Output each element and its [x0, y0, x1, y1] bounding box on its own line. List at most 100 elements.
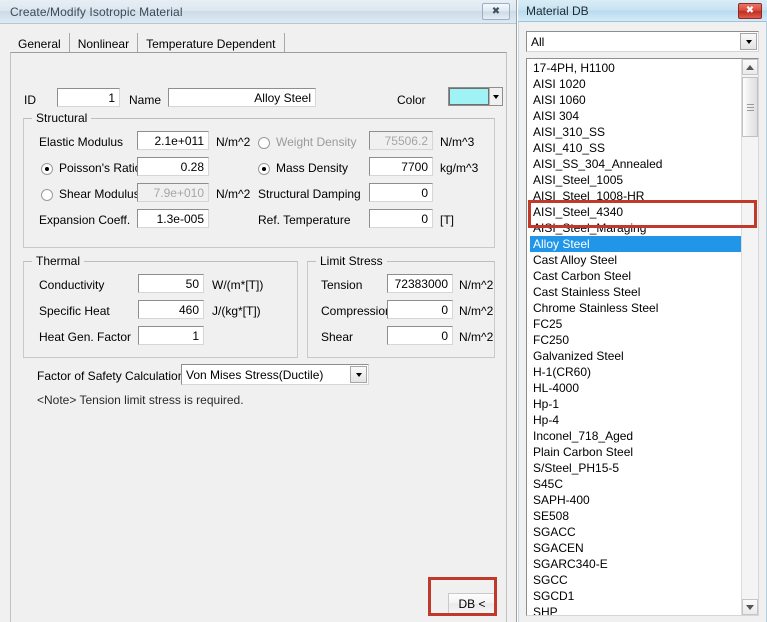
tab-nonlinear[interactable]: Nonlinear	[69, 33, 139, 53]
specific-heat-input[interactable]: 460	[138, 300, 204, 319]
conductivity-input[interactable]: 50	[138, 274, 204, 293]
material-list-item[interactable]: S45C	[530, 476, 741, 492]
create-modify-isotropic-material-dialog: Create/Modify Isotropic Material ✖ Gener…	[0, 0, 517, 622]
material-list-item[interactable]: AISI_SS_304_Annealed	[530, 156, 741, 172]
tab-temperature-dependent[interactable]: Temperature Dependent	[138, 33, 285, 53]
material-category-value: All	[531, 34, 545, 49]
scrollbar-thumb[interactable]	[742, 77, 758, 137]
material-list-item[interactable]: Cast Stainless Steel	[530, 284, 741, 300]
poissons-ratio-radio[interactable]	[41, 163, 53, 175]
heat-gen-factor-input[interactable]: 1	[138, 326, 204, 345]
tab-general[interactable]: General	[10, 33, 70, 53]
triangle-down-icon	[746, 604, 754, 610]
material-list-item[interactable]: Inconel_718_Aged	[530, 428, 741, 444]
chevron-down-icon	[493, 94, 499, 99]
id-input[interactable]: 1	[57, 88, 120, 107]
thermal-group-title: Thermal	[32, 254, 85, 268]
mass-density-unit: kg/m^3	[440, 161, 479, 175]
material-list-item[interactable]: AISI_Steel_1008-HR	[530, 188, 741, 204]
shear-unit: N/m^2	[459, 330, 494, 344]
material-list-item-selected[interactable]: Alloy Steel	[530, 236, 741, 252]
shear-modulus-input[interactable]: 7.9e+010	[137, 183, 209, 202]
material-list-item[interactable]: AISI 304	[530, 108, 741, 124]
material-list-item[interactable]: FC250	[530, 332, 741, 348]
material-list-item[interactable]: AISI 1020	[530, 76, 741, 92]
elastic-modulus-input[interactable]: 2.1e+011	[137, 131, 209, 150]
material-list-item[interactable]: SHP	[530, 604, 741, 615]
material-category-select[interactable]: All	[526, 31, 759, 52]
note-text: <Note> Tension limit stress is required.	[37, 393, 244, 407]
color-swatch[interactable]	[449, 88, 489, 105]
conductivity-unit: W/(m*[T])	[212, 278, 264, 292]
heat-gen-factor-label: Heat Gen. Factor	[39, 330, 132, 344]
material-list-item[interactable]: 17-4PH, H1100	[530, 60, 741, 76]
shear-input[interactable]: 0	[387, 326, 453, 345]
material-list-item[interactable]: S/Steel_PH15-5	[530, 460, 741, 476]
id-label: ID	[24, 93, 36, 107]
material-list-item[interactable]: SAPH-400	[530, 492, 741, 508]
material-list-item[interactable]: HL-4000	[530, 380, 741, 396]
factor-of-safety-select[interactable]: Von Mises Stress(Ductile)	[181, 364, 369, 385]
material-list-item[interactable]: Hp-4	[530, 412, 741, 428]
close-icon[interactable]: ✖	[738, 3, 762, 19]
factor-of-safety-label: Factor of Safety Calculation	[37, 369, 185, 383]
material-list-item[interactable]: AISI_410_SS	[530, 140, 741, 156]
material-list-item[interactable]: SGACC	[530, 524, 741, 540]
scroll-down-button[interactable]	[742, 599, 758, 615]
shear-modulus-label: Shear Modulus	[59, 187, 140, 201]
material-list-item[interactable]: AISI_310_SS	[530, 124, 741, 140]
structural-group-title: Structural	[32, 111, 92, 125]
mass-density-radio[interactable]	[258, 163, 270, 175]
dialog-titlebar: Create/Modify Isotropic Material ✖	[0, 0, 516, 24]
weight-density-radio[interactable]	[258, 137, 270, 149]
db-toggle-button[interactable]: DB <	[448, 593, 496, 614]
color-picker[interactable]	[448, 87, 503, 106]
material-list-item[interactable]: AISI_Steel_1005	[530, 172, 741, 188]
expansion-coeff-input[interactable]: 1.3e-005	[137, 209, 209, 228]
poissons-ratio-input[interactable]: 0.28	[137, 157, 209, 176]
material-list-item[interactable]: SGCC	[530, 572, 741, 588]
material-list-item[interactable]: SGCD1	[530, 588, 741, 604]
chevron-down-icon[interactable]	[350, 366, 367, 383]
material-db-title: Material DB	[526, 3, 589, 18]
close-icon[interactable]: ✖	[482, 3, 510, 20]
name-input[interactable]: Alloy Steel	[168, 88, 316, 107]
elastic-modulus-label: Elastic Modulus	[39, 135, 124, 149]
limit-stress-group: Limit Stress Tension 72383000 N/m^2 Comp…	[307, 254, 495, 358]
material-list-item[interactable]: Chrome Stainless Steel	[530, 300, 741, 316]
tension-unit: N/m^2	[459, 278, 494, 292]
triangle-up-icon	[746, 64, 754, 70]
chevron-down-icon[interactable]	[740, 33, 757, 50]
material-list-item[interactable]: FC25	[530, 316, 741, 332]
structural-damping-input[interactable]: 0	[369, 183, 433, 202]
material-list[interactable]: 17-4PH, H1100 AISI 1020 AISI 1060 AISI 304 A…	[526, 58, 759, 616]
shear-modulus-radio[interactable]	[41, 189, 53, 201]
material-list-item[interactable]: AISI_Steel_Maraging	[530, 220, 741, 236]
material-list-scrollbar[interactable]	[741, 59, 758, 615]
material-list-item[interactable]: AISI_Steel_4340	[530, 204, 741, 220]
material-list-item[interactable]: Hp-1	[530, 396, 741, 412]
limit-stress-group-title: Limit Stress	[316, 254, 387, 268]
color-dropdown-button[interactable]	[489, 88, 502, 105]
material-list-item[interactable]: SGACEN	[530, 540, 741, 556]
material-list-item[interactable]: H-1(CR60)	[530, 364, 741, 380]
material-list-item[interactable]: Cast Alloy Steel	[530, 252, 741, 268]
name-label: Name	[129, 93, 162, 107]
tension-input[interactable]: 72383000	[387, 274, 453, 293]
scroll-up-button[interactable]	[742, 59, 758, 75]
tension-label: Tension	[321, 278, 363, 292]
material-list-item[interactable]: Galvanized Steel	[530, 348, 741, 364]
elastic-modulus-unit: N/m^2	[216, 135, 251, 149]
material-list-item[interactable]: Plain Carbon Steel	[530, 444, 741, 460]
grip-icon	[746, 102, 754, 113]
material-list-item[interactable]: Cast Carbon Steel	[530, 268, 741, 284]
material-list-item[interactable]: AISI 1060	[530, 92, 741, 108]
structural-group: Structural Elastic Modulus 2.1e+011 N/m^…	[23, 111, 495, 248]
mass-density-input[interactable]: 7700	[369, 157, 433, 176]
material-list-item[interactable]: SE508	[530, 508, 741, 524]
weight-density-input[interactable]: 75506.2	[369, 131, 433, 150]
ref-temperature-unit: [T]	[440, 213, 454, 227]
compression-input[interactable]: 0	[387, 300, 453, 319]
material-list-item[interactable]: SGARC340-E	[530, 556, 741, 572]
ref-temperature-input[interactable]: 0	[369, 209, 433, 228]
